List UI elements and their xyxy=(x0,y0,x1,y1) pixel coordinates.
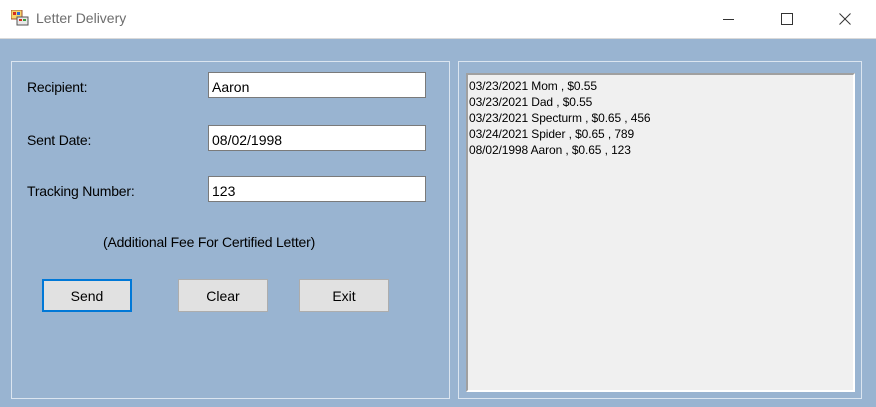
input-group-box xyxy=(11,61,450,399)
tracking-number-label: Tracking Number: xyxy=(27,183,135,199)
close-button[interactable] xyxy=(822,0,868,38)
title-bar: Letter Delivery xyxy=(0,0,876,39)
certified-fee-note: (Additional Fee For Certified Letter) xyxy=(103,234,316,250)
list-item[interactable]: 03/23/2021 Mom , $0.55 xyxy=(469,78,853,94)
maximize-button[interactable] xyxy=(764,0,810,38)
sent-date-input[interactable] xyxy=(208,125,426,151)
window-title: Letter Delivery xyxy=(36,10,127,26)
list-item[interactable]: 03/23/2021 Dad , $0.55 xyxy=(469,94,853,110)
list-item[interactable]: 08/02/1998 Aaron , $0.65 , 123 xyxy=(469,142,853,158)
send-button[interactable]: Send xyxy=(42,279,132,312)
form-client-area: Recipient: Sent Date: Tracking Number: (… xyxy=(0,39,876,407)
sent-date-label: Sent Date: xyxy=(27,132,92,148)
list-item[interactable]: 03/24/2021 Spider , $0.65 , 789 xyxy=(469,126,853,142)
maximize-icon xyxy=(781,13,793,25)
recipient-label: Recipient: xyxy=(27,79,88,95)
close-icon xyxy=(839,13,851,25)
app-icon xyxy=(10,9,29,26)
clear-button[interactable]: Clear xyxy=(178,279,268,312)
list-item[interactable]: 03/23/2021 Specturm , $0.65 , 456 xyxy=(469,110,853,126)
exit-button[interactable]: Exit xyxy=(299,279,389,312)
minimize-button[interactable] xyxy=(706,0,752,38)
recipient-input[interactable] xyxy=(208,72,426,98)
minimize-icon xyxy=(723,19,734,20)
tracking-number-input[interactable] xyxy=(208,176,426,202)
delivery-listbox[interactable]: 03/23/2021 Mom , $0.55 03/23/2021 Dad , … xyxy=(466,73,855,392)
